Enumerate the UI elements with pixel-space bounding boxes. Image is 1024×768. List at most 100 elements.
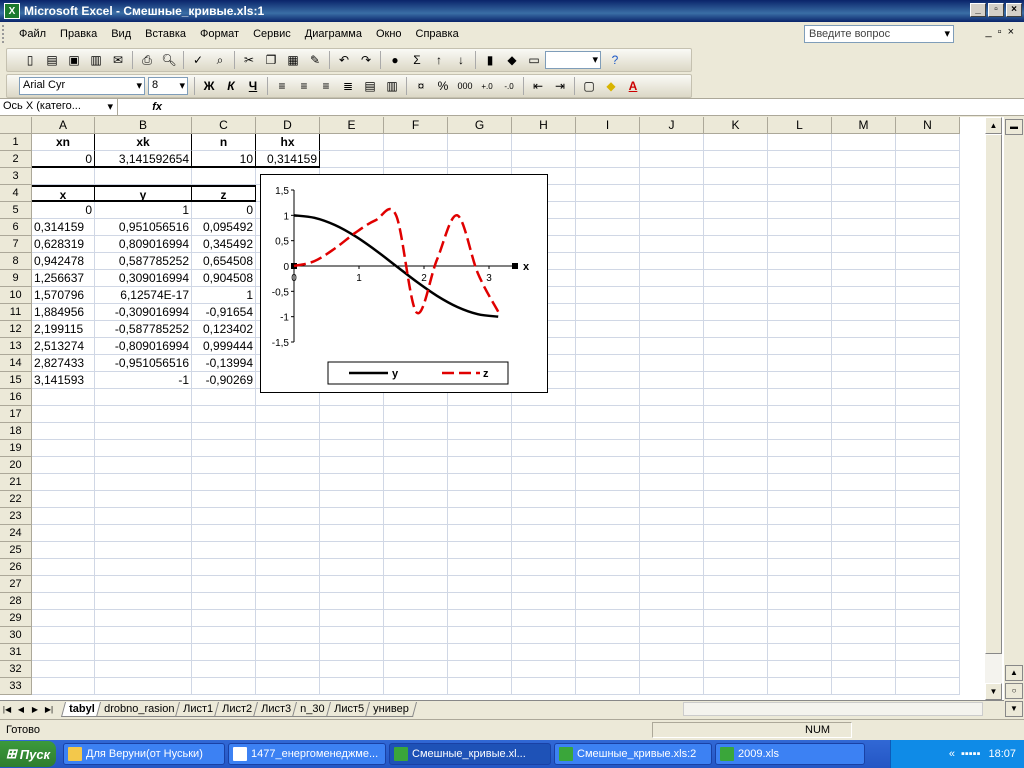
cell[interactable] — [384, 610, 448, 627]
cell[interactable] — [768, 372, 832, 389]
borders-icon[interactable]: ▢ — [578, 76, 600, 96]
cell[interactable] — [640, 202, 704, 219]
row-header[interactable]: 20 — [0, 457, 32, 474]
decrease-decimal-icon[interactable]: -.0 — [498, 76, 520, 96]
cell[interactable] — [192, 508, 256, 525]
cell[interactable] — [512, 610, 576, 627]
cell[interactable] — [448, 678, 512, 695]
row-header[interactable]: 10 — [0, 287, 32, 304]
cell[interactable] — [704, 559, 768, 576]
cell[interactable] — [320, 661, 384, 678]
cell[interactable]: 2,199115 — [32, 321, 95, 338]
cell[interactable] — [832, 457, 896, 474]
sheet-tab-drobno-rasion[interactable]: drobno_rasion — [95, 701, 183, 717]
cell[interactable] — [768, 287, 832, 304]
cell[interactable]: -0,809016994 — [95, 338, 192, 355]
prev-sheet-icon[interactable]: ◀ — [14, 705, 28, 714]
row-header[interactable]: 19 — [0, 440, 32, 457]
cell[interactable] — [384, 644, 448, 661]
cell[interactable] — [576, 491, 640, 508]
cell[interactable] — [576, 644, 640, 661]
cell[interactable] — [640, 508, 704, 525]
cell[interactable] — [95, 644, 192, 661]
copy-icon[interactable]: ❐ — [260, 50, 282, 70]
cell[interactable] — [896, 627, 960, 644]
cell[interactable] — [704, 355, 768, 372]
cell[interactable] — [256, 491, 320, 508]
cell[interactable] — [576, 559, 640, 576]
cell[interactable] — [832, 559, 896, 576]
cell[interactable] — [640, 593, 704, 610]
row-header[interactable]: 13 — [0, 338, 32, 355]
task-excel-3[interactable]: 2009.xls — [715, 743, 865, 765]
cell[interactable] — [32, 559, 95, 576]
cell[interactable] — [640, 610, 704, 627]
cell[interactable] — [896, 287, 960, 304]
cell[interactable] — [768, 151, 832, 168]
cell[interactable] — [896, 185, 960, 202]
cell[interactable] — [768, 355, 832, 372]
cell[interactable] — [768, 678, 832, 695]
cell[interactable]: 2,827433 — [32, 355, 95, 372]
column-header[interactable]: G — [448, 117, 512, 134]
cell[interactable] — [576, 678, 640, 695]
cell[interactable] — [384, 474, 448, 491]
cell[interactable] — [832, 134, 896, 151]
cell[interactable] — [832, 644, 896, 661]
font-name-select[interactable]: Arial Cyr — [19, 77, 145, 95]
browse-object-icon[interactable]: ○ — [1005, 683, 1023, 699]
cell[interactable] — [512, 593, 576, 610]
cell[interactable] — [576, 185, 640, 202]
cell[interactable] — [384, 678, 448, 695]
vertical-scrollbar[interactable]: ▲ ▼ — [985, 117, 1002, 700]
permission-icon[interactable]: ▥ — [85, 50, 107, 70]
email-icon[interactable]: ✉ — [107, 50, 129, 70]
cell[interactable] — [896, 423, 960, 440]
cell[interactable] — [768, 134, 832, 151]
cell[interactable] — [576, 593, 640, 610]
cell[interactable]: 0,809016994 — [95, 236, 192, 253]
cell[interactable] — [896, 236, 960, 253]
horizontal-scrollbar[interactable] — [683, 702, 983, 716]
cell[interactable] — [384, 593, 448, 610]
column-header[interactable]: F — [384, 117, 448, 134]
cell[interactable] — [256, 508, 320, 525]
row-header[interactable]: 31 — [0, 644, 32, 661]
cell[interactable] — [640, 270, 704, 287]
next-sheet-icon[interactable]: ▶ — [28, 705, 42, 714]
cell[interactable]: -0,951056516 — [95, 355, 192, 372]
font-size-select[interactable]: 8 — [148, 77, 188, 95]
cell[interactable] — [256, 440, 320, 457]
cell[interactable] — [832, 525, 896, 542]
cell[interactable] — [896, 678, 960, 695]
cell[interactable] — [512, 508, 576, 525]
cell[interactable] — [576, 304, 640, 321]
cell[interactable]: 1,884956 — [32, 304, 95, 321]
clock[interactable]: 18:07 — [988, 748, 1016, 760]
row-header[interactable]: 23 — [0, 508, 32, 525]
start-button[interactable]: ⊞ Пуск — [0, 741, 56, 767]
cell[interactable] — [768, 253, 832, 270]
cell[interactable] — [640, 185, 704, 202]
cell[interactable] — [95, 474, 192, 491]
row-header[interactable]: 4 — [0, 185, 32, 202]
cell[interactable] — [512, 457, 576, 474]
cell[interactable] — [576, 457, 640, 474]
cell[interactable] — [640, 389, 704, 406]
cell[interactable] — [640, 440, 704, 457]
cell[interactable] — [256, 542, 320, 559]
formula-input[interactable] — [168, 99, 1024, 115]
cell[interactable] — [832, 287, 896, 304]
cell[interactable] — [32, 661, 95, 678]
cell[interactable] — [32, 508, 95, 525]
cell[interactable] — [768, 508, 832, 525]
cell[interactable] — [95, 440, 192, 457]
cell[interactable] — [320, 474, 384, 491]
cell[interactable] — [704, 610, 768, 627]
cell[interactable] — [448, 627, 512, 644]
insert-function-button[interactable]: fx — [118, 101, 168, 113]
cell[interactable] — [832, 406, 896, 423]
menu-format[interactable]: Формат — [193, 28, 246, 40]
cell[interactable]: 1,570796 — [32, 287, 95, 304]
cell[interactable] — [576, 610, 640, 627]
